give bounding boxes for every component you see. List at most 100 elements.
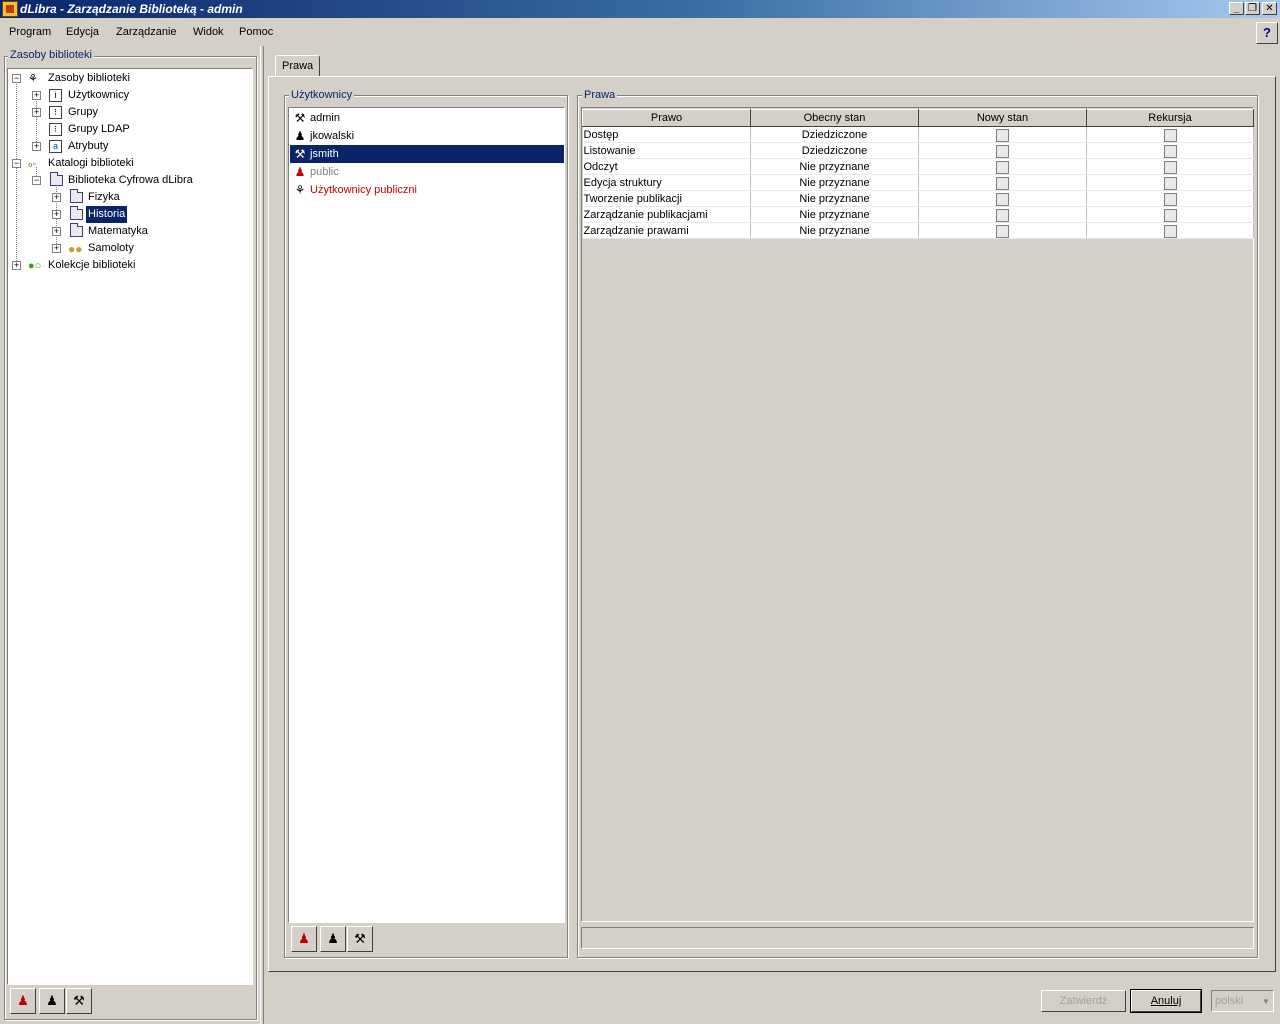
new-state-checkbox[interactable] xyxy=(996,144,1009,158)
collapse-toggle[interactable]: − xyxy=(12,74,21,83)
add-admin-user-button[interactable]: ⚒ xyxy=(66,988,92,1014)
list-item-jsmith[interactable]: ⚒ jsmith xyxy=(290,145,564,163)
rights-table[interactable]: Prawo Obecny stan Nowy stan Rekursja Dos… xyxy=(582,109,1254,239)
menu-zarzadzanie[interactable]: Zarządzanie xyxy=(116,26,177,38)
table-row[interactable]: Dostęp Dziedziczone xyxy=(582,126,1254,143)
tree-item-label: Kolekcje biblioteki xyxy=(48,259,136,271)
recursion-checkbox[interactable] xyxy=(1163,208,1177,222)
recursion-checkbox[interactable] xyxy=(1163,192,1177,206)
new-state-checkbox[interactable] xyxy=(996,160,1009,174)
language-value: polski xyxy=(1215,995,1244,1007)
tree-item-label: Katalogi biblioteki xyxy=(48,157,134,169)
right-name: Dostęp xyxy=(582,126,751,143)
context-help-button[interactable]: ? xyxy=(1256,22,1278,44)
table-row[interactable]: Zarządzanie publikacjami Nie przyznane xyxy=(582,206,1254,223)
list-item-public[interactable]: ♟ public xyxy=(290,163,564,181)
tree-item-matematyka[interactable]: + Matematyka xyxy=(8,223,248,240)
tree-item-dlibra-digital-library[interactable]: − Biblioteka Cyfrowa dLibra xyxy=(8,172,248,189)
menu-pomoc[interactable]: Pomoc xyxy=(239,26,273,38)
menu-program[interactable]: Program xyxy=(9,26,51,38)
recursion-checkbox[interactable] xyxy=(1163,224,1177,238)
tree-item-ldap-groups[interactable]: ⁝ Grupy LDAP xyxy=(8,121,248,138)
add-user-button[interactable]: ♟ xyxy=(39,988,65,1014)
tree-item-samoloty[interactable]: + ●● Samoloty xyxy=(8,240,248,257)
expand-toggle[interactable]: + xyxy=(52,244,61,253)
expand-toggle[interactable]: + xyxy=(32,91,41,100)
title-bar[interactable]: dLibra - Zarządzanie Biblioteką - admin … xyxy=(0,0,1280,18)
tree-item-attributes[interactable]: + a Atrybuty xyxy=(8,138,248,155)
users-list[interactable]: ⚒ admin ♟ jkowalski ⚒ jsmith ♟ public ⚘ … xyxy=(288,107,565,923)
table-row[interactable]: Odczyt Nie przyznane xyxy=(582,158,1254,175)
new-state-checkbox[interactable] xyxy=(996,128,1009,142)
recursion-checkbox[interactable] xyxy=(1163,144,1177,158)
table-row[interactable]: Tworzenie publikacji Nie przyznane xyxy=(582,190,1254,207)
confirm-button[interactable]: Zatwierdź xyxy=(1041,990,1126,1012)
table-row[interactable]: Listowanie Dziedziczone xyxy=(582,142,1254,159)
tree-item-library-catalogs[interactable]: − ℴ◦ Katalogi biblioteki xyxy=(8,155,248,172)
expand-toggle[interactable]: + xyxy=(52,227,61,236)
recursion-checkbox[interactable] xyxy=(1163,176,1177,190)
close-button[interactable]: ✕ xyxy=(1262,2,1277,15)
menu-widok[interactable]: Widok xyxy=(193,26,224,38)
expand-toggle[interactable]: + xyxy=(32,108,41,117)
chevron-down-icon[interactable]: ▼ xyxy=(1259,995,1273,1009)
tree-item-library-resources[interactable]: − ⚘ Zasoby biblioteki xyxy=(8,70,248,87)
tree-item-label: Zasoby biblioteki xyxy=(48,72,130,84)
list-item-admin[interactable]: ⚒ admin xyxy=(290,109,564,127)
add-public-user-button[interactable]: ♟ xyxy=(291,926,317,952)
add-public-user-button[interactable]: ♟ xyxy=(10,988,36,1014)
rights-table-container[interactable]: Prawo Obecny stan Nowy stan Rekursja Dos… xyxy=(581,107,1254,922)
column-header-obecny-stan[interactable]: Obecny stan xyxy=(750,109,919,127)
column-header-nowy-stan[interactable]: Nowy stan xyxy=(918,109,1087,127)
new-state-checkbox[interactable] xyxy=(996,208,1009,222)
menu-edycja[interactable]: Edycja xyxy=(66,26,99,38)
users-icon: i xyxy=(49,89,62,102)
current-state: Nie przyznane xyxy=(750,222,919,239)
user-label: Użytkownicy publiczni xyxy=(310,184,417,196)
column-header-prawo[interactable]: Prawo xyxy=(582,109,751,127)
tree-item-fizyka[interactable]: + Fizyka xyxy=(8,189,248,206)
column-header-rekursja[interactable]: Rekursja xyxy=(1086,109,1254,127)
restore-button[interactable]: ❐ xyxy=(1245,2,1260,15)
expand-toggle[interactable]: + xyxy=(52,210,61,219)
folder-icon xyxy=(70,189,83,203)
resources-tree[interactable]: − ⚘ Zasoby biblioteki + i Użytkownicy + … xyxy=(7,68,253,985)
tree-item-label: Samoloty xyxy=(88,242,134,254)
minimize-button[interactable]: _ xyxy=(1229,2,1244,15)
ldap-groups-icon: ⁝ xyxy=(49,123,62,136)
tree-item-library-collections[interactable]: + ●○ Kolekcje biblioteki xyxy=(8,257,248,274)
recursion-checkbox[interactable] xyxy=(1163,128,1177,142)
tree-item-label: Użytkownicy xyxy=(68,89,130,101)
collapse-toggle[interactable]: − xyxy=(12,159,21,168)
tree-item-historia[interactable]: + Historia xyxy=(8,206,248,223)
expand-toggle[interactable]: + xyxy=(32,142,41,151)
app-icon[interactable] xyxy=(2,1,18,17)
list-item-jkowalski[interactable]: ♟ jkowalski xyxy=(290,127,564,145)
splitter[interactable] xyxy=(260,46,264,1024)
rights-description-box xyxy=(581,927,1254,949)
tree-item-groups[interactable]: + ⁝ Grupy xyxy=(8,104,248,121)
new-state-checkbox[interactable] xyxy=(996,224,1009,238)
user-label: public xyxy=(310,166,339,178)
add-admin-user-button[interactable]: ⚒ xyxy=(347,926,373,952)
table-row[interactable]: Edycja struktury Nie przyznane xyxy=(582,174,1254,191)
language-select[interactable]: polski ▼ xyxy=(1211,990,1274,1012)
expand-toggle[interactable]: + xyxy=(12,261,21,270)
table-row[interactable]: Zarządzanie prawami Nie przyznane xyxy=(582,222,1254,239)
tab-prawa[interactable]: Prawa xyxy=(275,55,321,77)
recursion-checkbox[interactable] xyxy=(1163,160,1177,174)
new-state-checkbox[interactable] xyxy=(996,176,1009,190)
menu-bar: Program Edycja Zarządzanie Widok Pomoc xyxy=(0,22,1280,44)
list-item-public-users[interactable]: ⚘ Użytkownicy publiczni xyxy=(290,181,564,199)
add-user-button[interactable]: ♟ xyxy=(320,926,346,952)
new-state-checkbox[interactable] xyxy=(996,192,1009,206)
user-label: jsmith xyxy=(310,148,339,160)
network-icon: ⚘ xyxy=(28,73,38,85)
user-icon: ♟ xyxy=(327,931,339,946)
cancel-button[interactable]: Anuluj xyxy=(1130,989,1202,1013)
right-name: Tworzenie publikacji xyxy=(582,190,751,207)
tree-item-users[interactable]: + i Użytkownicy xyxy=(8,87,248,104)
tree-item-label: Historia xyxy=(86,206,128,223)
expand-toggle[interactable]: + xyxy=(52,193,61,202)
collapse-toggle[interactable]: − xyxy=(32,176,41,185)
